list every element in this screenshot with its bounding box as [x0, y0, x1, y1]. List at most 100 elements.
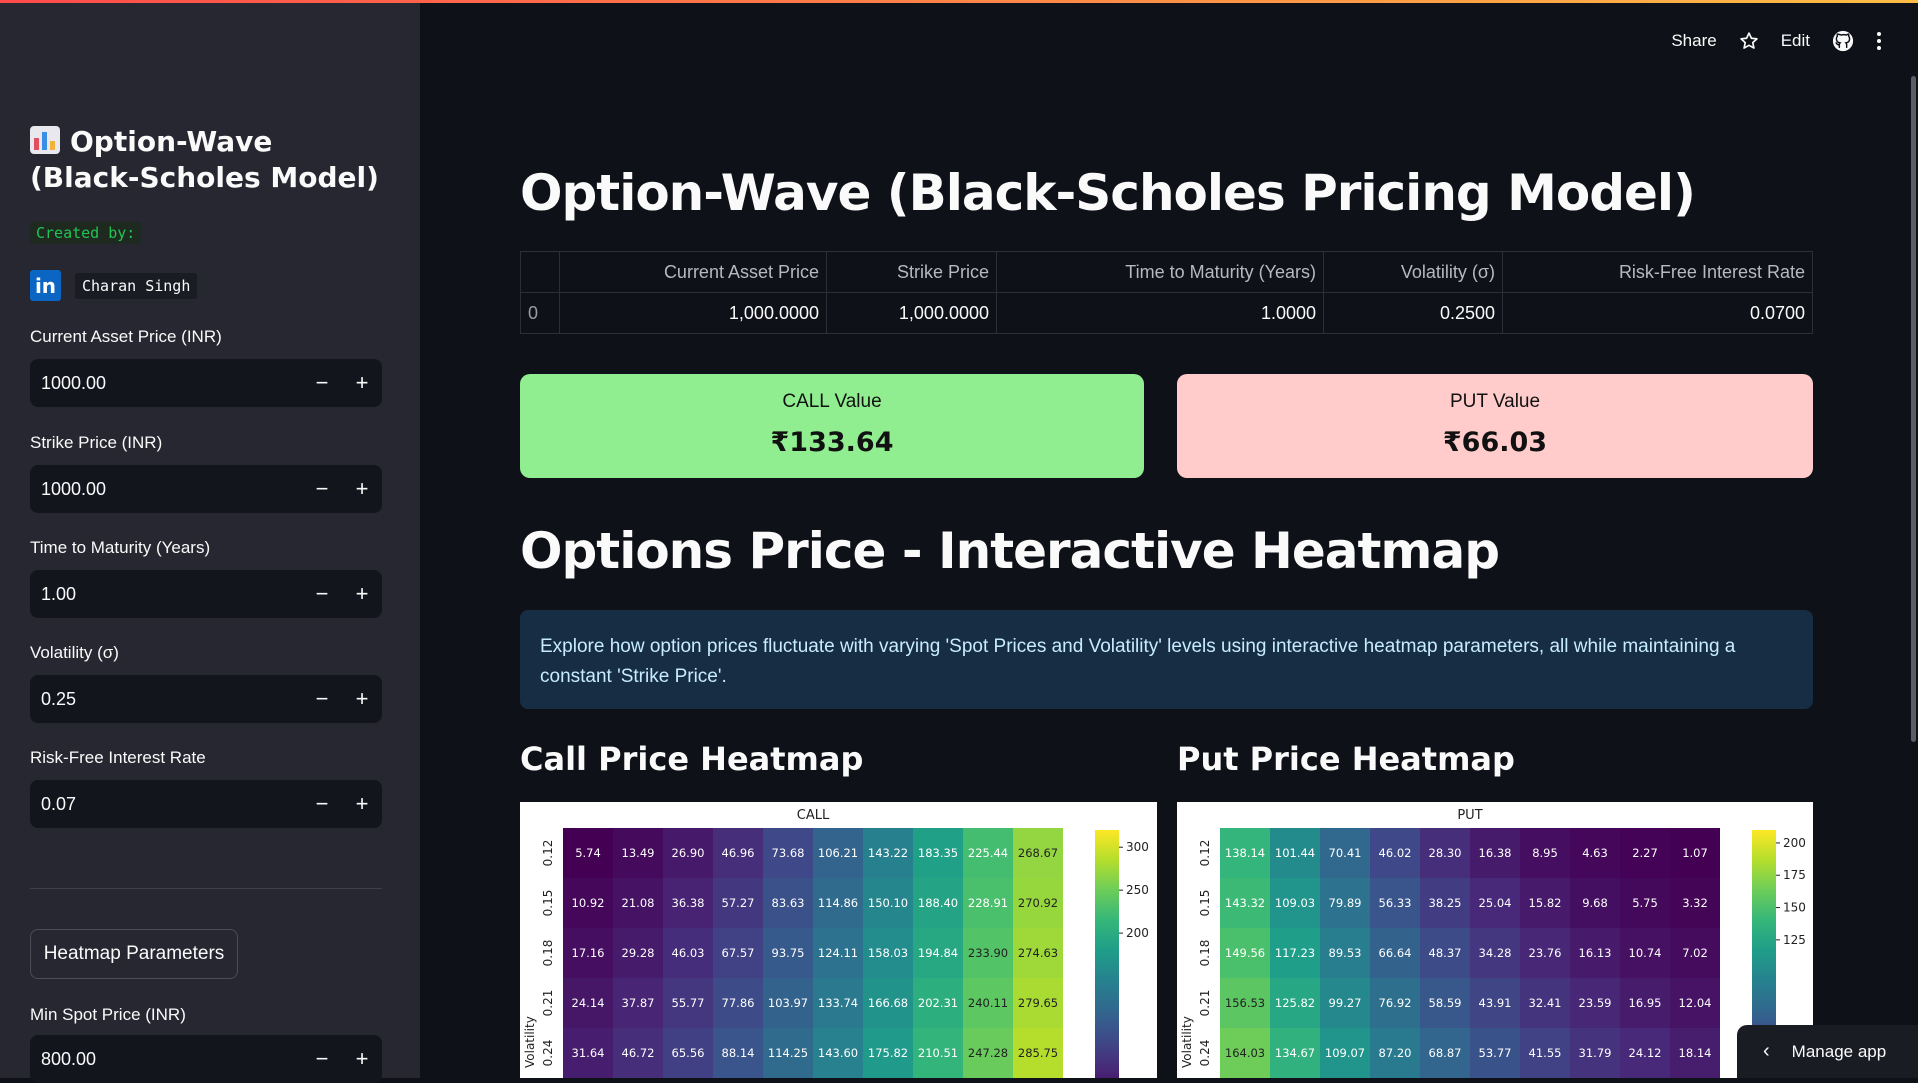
decrement-button[interactable]: −	[302, 675, 342, 723]
table-header[interactable]: Volatility (σ)	[1323, 251, 1503, 293]
heatmap-cell-label: 202.31	[918, 996, 958, 1010]
heatmap-y-tick: 0.12	[1198, 840, 1212, 867]
heatmap-y-tick: 0.18	[1198, 940, 1212, 967]
heatmap-cell-label: 87.20	[1379, 1046, 1412, 1060]
increment-button[interactable]: +	[342, 780, 382, 828]
heatmap-cell-label: 55.77	[672, 996, 705, 1010]
heatmap-y-tick: 0.12	[541, 840, 555, 867]
asset-price-value[interactable]: 1000.00	[30, 373, 302, 394]
decrement-button[interactable]: −	[302, 570, 342, 618]
heatmap-cell-label: 210.51	[918, 1046, 958, 1060]
github-icon[interactable]	[1832, 30, 1854, 52]
heatmap-section-title: Options Price - Interactive Heatmap	[520, 522, 1500, 580]
increment-button[interactable]: +	[342, 570, 382, 618]
heatmap-cell-label: 109.03	[1275, 896, 1315, 910]
heatmap-title: PUT	[1457, 808, 1482, 823]
increment-button[interactable]: +	[342, 359, 382, 407]
heatmap-cell-label: 5.75	[1632, 896, 1658, 910]
heatmap-parameters-button[interactable]: Heatmap Parameters	[30, 929, 238, 979]
decrement-button[interactable]: −	[302, 359, 342, 407]
increment-button[interactable]: +	[342, 465, 382, 513]
heatmap-cell-label: 10.74	[1629, 946, 1662, 960]
strike-price-value[interactable]: 1000.00	[30, 479, 302, 500]
share-button[interactable]: Share	[1671, 31, 1716, 51]
heatmap-cell-label: 150.10	[868, 896, 908, 910]
more-menu-icon[interactable]	[1876, 31, 1882, 51]
heatmap-cell-label: 26.90	[672, 846, 705, 860]
heatmap-cell-label: 274.63	[1018, 946, 1058, 960]
heatmap-cell-label: 17.16	[572, 946, 605, 960]
table-header[interactable]: Risk-Free Interest Rate	[1502, 251, 1813, 293]
main-scrollbar[interactable]	[1911, 76, 1916, 742]
decrement-button[interactable]: −	[302, 1035, 342, 1083]
heatmap-cell-label: 73.68	[772, 846, 805, 860]
heatmap-y-tick: 0.18	[541, 940, 555, 967]
heatmap-cell-label: 23.76	[1529, 946, 1562, 960]
increment-button[interactable]: +	[342, 675, 382, 723]
volatility-label: Volatility (σ)	[30, 643, 119, 662]
volatility-value[interactable]: 0.25	[30, 689, 302, 710]
call-value-card: CALL Value ₹133.64	[520, 374, 1144, 478]
manage-app-button[interactable]: ‹ Manage app	[1737, 1025, 1918, 1078]
heatmap-cell-label: 37.87	[622, 996, 655, 1010]
heatmap-cell-label: 225.44	[968, 846, 1008, 860]
put-value-amount: ₹66.03	[1442, 427, 1548, 458]
table-cell: 0.0700	[1502, 292, 1813, 334]
heatmap-y-tick: 0.24	[1198, 1040, 1212, 1067]
colorbar-tick-label: 250	[1126, 883, 1149, 897]
author-row: in Charan Singh	[30, 270, 198, 301]
heatmap-cell-label: 7.02	[1682, 946, 1708, 960]
heatmap-cell-label: 133.74	[818, 996, 858, 1010]
min-spot-value[interactable]: 800.00	[30, 1049, 302, 1070]
heatmap-y-tick: 0.21	[1198, 990, 1212, 1017]
heatmap-cell-label: 228.91	[968, 896, 1008, 910]
heatmap-cell-label: 5.74	[575, 846, 601, 860]
table-cell: 0	[520, 292, 560, 334]
decrement-button[interactable]: −	[302, 780, 342, 828]
table-header[interactable]: Time to Maturity (Years)	[996, 251, 1324, 293]
heatmap-cell-label: 134.67	[1275, 1046, 1315, 1060]
table-header[interactable]: Strike Price	[826, 251, 997, 293]
heatmap-cell-label: 46.02	[1379, 846, 1412, 860]
min-spot-input[interactable]: 800.00 − +	[30, 1035, 382, 1083]
interest-rate-value[interactable]: 0.07	[30, 794, 302, 815]
maturity-input[interactable]: 1.00 − +	[30, 570, 382, 618]
heatmap-cell-label: 16.13	[1579, 946, 1612, 960]
linkedin-icon[interactable]: in	[30, 270, 61, 301]
heatmap-cell-label: 18.14	[1679, 1046, 1712, 1060]
heatmap-cell-label: 9.68	[1582, 896, 1608, 910]
heatmap-cell-label: 101.44	[1275, 846, 1315, 860]
strike-price-input[interactable]: 1000.00 − +	[30, 465, 382, 513]
heatmap-cell-label: 23.59	[1579, 996, 1612, 1010]
heatmap-cell-label: 46.96	[722, 846, 755, 860]
heatmap-cell-label: 36.38	[672, 896, 705, 910]
heatmap-cell-label: 38.25	[1429, 896, 1462, 910]
volatility-input[interactable]: 0.25 − +	[30, 675, 382, 723]
star-icon[interactable]	[1739, 31, 1759, 51]
author-name[interactable]: Charan Singh	[75, 272, 198, 299]
table-row: 0 1,000.0000 1,000.0000 1.0000 0.2500 0.…	[520, 292, 1813, 334]
table-header[interactable]	[520, 251, 560, 293]
table-header[interactable]: Current Asset Price	[559, 251, 827, 293]
interest-rate-input[interactable]: 0.07 − +	[30, 780, 382, 828]
table-cell: 1,000.0000	[559, 292, 827, 334]
heatmap-cell-label: 103.97	[768, 996, 808, 1010]
colorbar-tick-label: 150	[1783, 901, 1806, 915]
asset-price-label: Current Asset Price (INR)	[30, 327, 222, 346]
heatmap-cell-label: 166.68	[868, 996, 908, 1010]
table-cell: 1,000.0000	[826, 292, 997, 334]
maturity-value[interactable]: 1.00	[30, 584, 302, 605]
heatmap-y-tick: 0.15	[541, 890, 555, 917]
increment-button[interactable]: +	[342, 1035, 382, 1083]
heatmap-cell-label: 270.92	[1018, 896, 1058, 910]
heatmap-cell-label: 3.32	[1682, 896, 1708, 910]
edit-button[interactable]: Edit	[1781, 31, 1810, 51]
heatmap-cell-label: 46.72	[622, 1046, 655, 1060]
heatmap-cell-label: 53.77	[1479, 1046, 1512, 1060]
asset-price-input[interactable]: 1000.00 − +	[30, 359, 382, 407]
heatmap-cell-label: 143.32	[1225, 896, 1265, 910]
decrement-button[interactable]: −	[302, 465, 342, 513]
interest-rate-label: Risk-Free Interest Rate	[30, 748, 206, 767]
heatmap-cell-label: 279.65	[1018, 996, 1058, 1010]
heatmap-cell-label: 46.03	[672, 946, 705, 960]
